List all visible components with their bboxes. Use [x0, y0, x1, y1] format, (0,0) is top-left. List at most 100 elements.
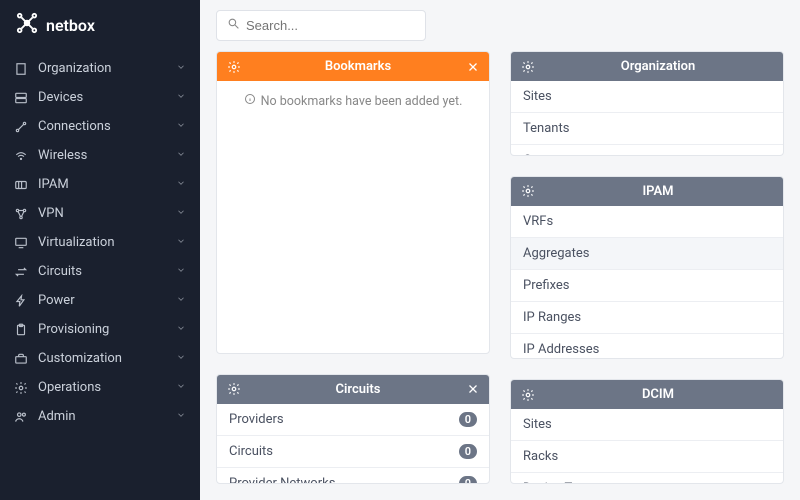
toolbox-icon: [14, 352, 28, 366]
dcim-card: DCIM Sites Racks Device Types: [510, 379, 784, 484]
sidebar-item-wireless[interactable]: Wireless: [0, 141, 200, 170]
gear-icon[interactable]: [521, 60, 535, 74]
count-badge: 0: [459, 444, 477, 459]
ipam-header: IPAM: [511, 177, 783, 206]
sidebar-item-devices[interactable]: Devices: [0, 83, 200, 112]
sidebar-item-virtualization[interactable]: Virtualization: [0, 228, 200, 257]
cable-icon: [14, 120, 28, 134]
row-label: Providers: [229, 412, 284, 427]
list-item[interactable]: Circuits 0: [217, 435, 489, 467]
gear-icon[interactable]: [521, 184, 535, 198]
gear-icon[interactable]: [227, 382, 241, 396]
chevron-down-icon: [176, 380, 186, 395]
chevron-down-icon: [176, 119, 186, 134]
row-label: Aggregates: [523, 246, 590, 261]
card-title: Circuits: [249, 382, 467, 397]
chevron-down-icon: [176, 148, 186, 163]
list-item[interactable]: Providers 0: [217, 404, 489, 435]
close-icon[interactable]: [467, 383, 479, 395]
sidebar-item-customization[interactable]: Customization: [0, 344, 200, 373]
users-icon: [14, 410, 28, 424]
sidebar-item-provisioning[interactable]: Provisioning: [0, 315, 200, 344]
brand[interactable]: netbox: [0, 0, 200, 50]
row-label: Racks: [523, 449, 558, 464]
list-item[interactable]: IP Ranges: [511, 301, 783, 333]
nav-label: Virtualization: [38, 235, 176, 250]
nav-label: IPAM: [38, 177, 176, 192]
bookmarks-card: Bookmarks No bookmarks have been added y…: [216, 51, 490, 354]
card-title: Organization: [543, 59, 773, 74]
nav-label: Customization: [38, 351, 176, 366]
nav-label: Wireless: [38, 148, 176, 163]
row-label: Circuits: [229, 444, 273, 459]
sidebar-item-power[interactable]: Power: [0, 286, 200, 315]
netbox-logo-icon: [16, 12, 38, 38]
graph-icon: [14, 207, 28, 221]
list-item[interactable]: Provider Networks 0: [217, 467, 489, 484]
sidebar: netbox Organization Devices Connections Wir…: [0, 0, 200, 500]
nav-label: VPN: [38, 206, 176, 221]
dashboard: Bookmarks No bookmarks have been added y…: [200, 51, 800, 500]
gear-icon[interactable]: [521, 388, 535, 402]
count-badge: 0: [459, 476, 477, 484]
nav-label: Circuits: [38, 264, 176, 279]
dcim-header: DCIM: [511, 380, 783, 409]
close-icon[interactable]: [467, 61, 479, 73]
search-box[interactable]: [216, 10, 426, 41]
card-title: DCIM: [543, 387, 773, 402]
chevron-down-icon: [176, 351, 186, 366]
nav-label: Power: [38, 293, 176, 308]
bookmarks-empty: No bookmarks have been added yet.: [217, 81, 489, 121]
main: Bookmarks No bookmarks have been added y…: [200, 0, 800, 500]
count-badge: 0: [459, 412, 477, 427]
info-icon: [244, 93, 256, 109]
swap-icon: [14, 265, 28, 279]
chevron-down-icon: [176, 322, 186, 337]
server-icon: [14, 91, 28, 105]
bookmarks-header: Bookmarks: [217, 52, 489, 81]
list-item[interactable]: VRFs: [511, 206, 783, 237]
search-icon: [227, 17, 246, 34]
gear-icon[interactable]: [227, 60, 241, 74]
nav-label: Devices: [38, 90, 176, 105]
row-label: Device Types: [523, 481, 599, 484]
row-label: Sites: [523, 89, 552, 104]
chevron-down-icon: [176, 90, 186, 105]
counter-icon: [14, 178, 28, 192]
organization-header: Organization: [511, 52, 783, 81]
building-icon: [14, 62, 28, 76]
circuits-header: Circuits: [217, 375, 489, 404]
list-item[interactable]: Racks: [511, 440, 783, 472]
row-label: Provider Networks: [229, 476, 335, 484]
brand-name: netbox: [46, 16, 95, 35]
nav-label: Admin: [38, 409, 176, 424]
row-label: IP Addresses: [523, 342, 599, 357]
sidebar-item-ipam[interactable]: IPAM: [0, 170, 200, 199]
chevron-down-icon: [176, 409, 186, 424]
list-item[interactable]: Sites: [511, 81, 783, 112]
row-label: Sites: [523, 417, 552, 432]
card-title: Bookmarks: [249, 59, 467, 74]
list-item[interactable]: Device Types: [511, 472, 783, 484]
sidebar-item-operations[interactable]: Operations: [0, 373, 200, 402]
list-item[interactable]: Contacts: [511, 144, 783, 156]
topbar: [200, 0, 800, 51]
list-item[interactable]: Prefixes: [511, 269, 783, 301]
list-item[interactable]: Tenants: [511, 112, 783, 144]
row-label: IP Ranges: [523, 310, 581, 325]
list-item[interactable]: Sites: [511, 409, 783, 440]
list-item[interactable]: IP Addresses: [511, 333, 783, 360]
row-label: Prefixes: [523, 278, 570, 293]
sidebar-item-circuits[interactable]: Circuits: [0, 257, 200, 286]
chevron-down-icon: [176, 293, 186, 308]
sidebar-item-admin[interactable]: Admin: [0, 402, 200, 431]
nav-label: Organization: [38, 61, 176, 76]
chevron-down-icon: [176, 206, 186, 221]
sidebar-item-connections[interactable]: Connections: [0, 112, 200, 141]
search-input[interactable]: [246, 18, 415, 33]
sidebar-item-vpn[interactable]: VPN: [0, 199, 200, 228]
sidebar-item-organization[interactable]: Organization: [0, 54, 200, 83]
clipboard-icon: [14, 323, 28, 337]
cog-icon: [14, 381, 28, 395]
list-item[interactable]: Aggregates: [511, 237, 783, 269]
